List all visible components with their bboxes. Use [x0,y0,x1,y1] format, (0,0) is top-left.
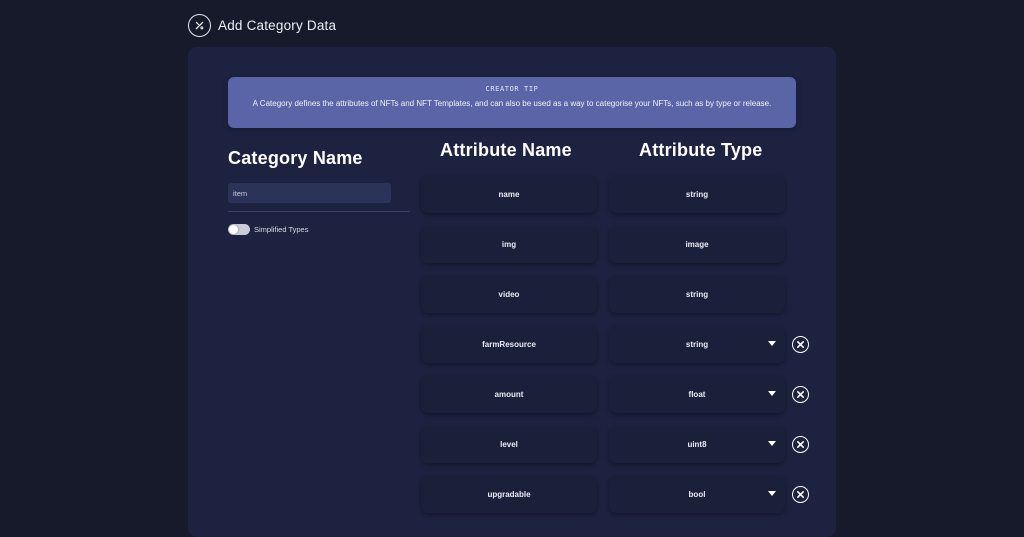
attribute-name-cell[interactable]: farmResource [421,326,597,363]
attribute-type-select[interactable]: string [609,326,785,363]
caret-down-icon [768,441,776,446]
category-form-panel: CREATOR TIP A Category defines the attri… [188,47,836,537]
remove-attribute-button[interactable] [792,436,809,453]
creator-tip-title: CREATOR TIP [485,85,539,93]
attribute-type-value: string [685,340,709,349]
attribute-type-cell: image [609,226,785,263]
attribute-name-cell[interactable]: upgradable [421,476,597,513]
close-circle-icon [796,440,805,449]
attribute-name-cell: img [421,226,597,263]
simplified-types-toggle-row: Simplified Types [228,224,308,235]
attribute-row: name string [421,176,821,213]
close-circle-icon [796,390,805,399]
close-circle-icon [796,490,805,499]
caret-down-icon [768,491,776,496]
simplified-types-label: Simplified Types [254,225,309,234]
page-title: Add Category Data [218,17,337,33]
attribute-type-value: string [685,190,709,199]
attribute-row: farmResource string [421,326,821,363]
remove-attribute-button[interactable] [792,486,809,503]
attribute-type-value: uint8 [687,440,707,449]
attribute-row: img image [421,226,821,263]
simplified-types-toggle[interactable] [228,224,250,235]
attribute-name-cell[interactable]: amount [421,376,597,413]
attribute-name-cell[interactable]: level [421,426,597,463]
attribute-type-value: image [685,240,709,249]
attribute-type-heading: Attribute Type [639,140,763,160]
edit-tool-icon[interactable] [188,13,211,37]
caret-down-icon [768,341,776,346]
attribute-type-cell: string [609,276,785,313]
attribute-row: level uint8 [421,426,821,463]
attribute-type-value: string [685,290,709,299]
remove-attribute-button[interactable] [792,386,809,403]
attribute-type-value: bool [688,490,706,499]
attribute-type-cell: string [609,176,785,213]
category-name-input[interactable] [228,183,391,203]
caret-down-icon [768,391,776,396]
creator-tip-text: A Category defines the attributes of NFT… [252,99,772,108]
divider [228,211,410,212]
toggle-knob [229,225,238,234]
remove-attribute-button[interactable] [792,336,809,353]
attribute-type-select[interactable]: uint8 [609,426,785,463]
attribute-row: amount float [421,376,821,413]
attribute-row: video string [421,276,821,313]
attribute-type-select[interactable]: bool [609,476,785,513]
attribute-row: upgradable bool [421,476,821,513]
attribute-name-cell: video [421,276,597,313]
page-header: Add Category Data [188,13,336,37]
creator-tip-banner: CREATOR TIP A Category defines the attri… [228,77,796,128]
close-circle-icon [796,340,805,349]
category-name-heading: Category Name [228,148,363,168]
attribute-name-cell: name [421,176,597,213]
attribute-type-value: float [688,390,706,399]
attribute-name-heading: Attribute Name [440,140,572,160]
attribute-type-select[interactable]: float [609,376,785,413]
